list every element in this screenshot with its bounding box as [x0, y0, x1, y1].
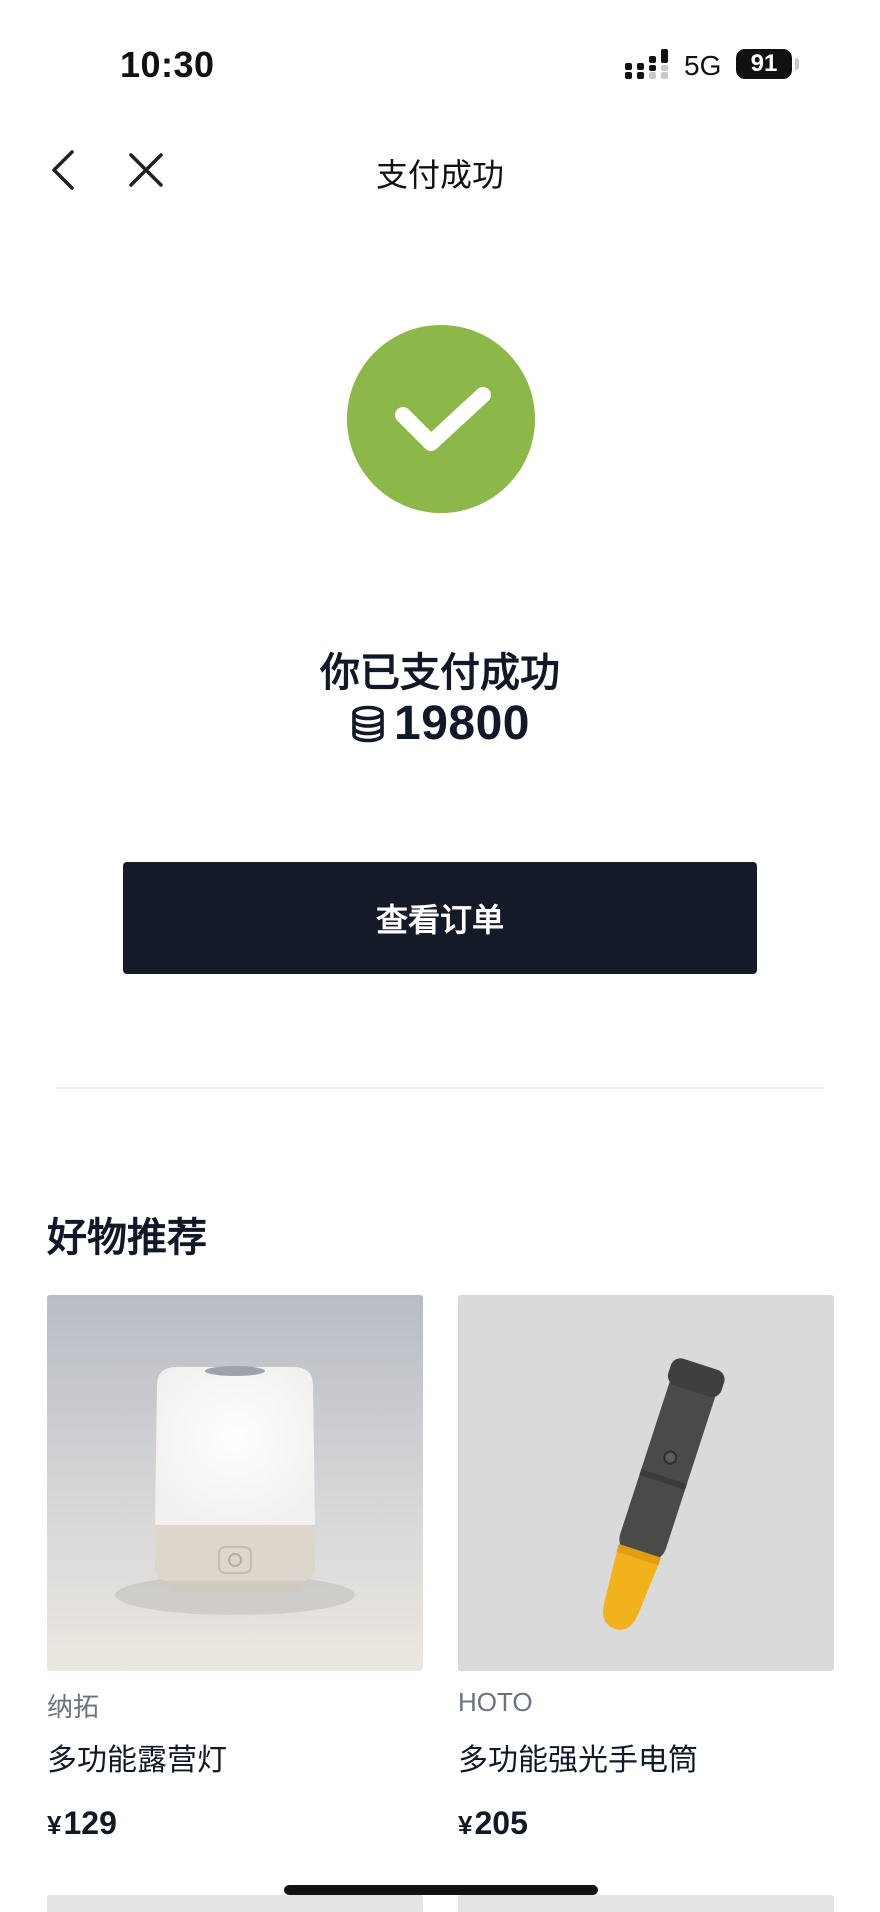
status-time: 10:30	[120, 44, 215, 85]
battery-level: 91	[750, 50, 778, 77]
product-price: ¥205	[458, 1805, 528, 1842]
battery-icon: 91	[736, 49, 792, 79]
price-value: 205	[474, 1805, 528, 1841]
success-check-icon	[347, 325, 535, 513]
product-card[interactable]: HOTO 多功能强光手电筒 ¥205	[458, 1295, 834, 1841]
coin-stack-icon	[352, 705, 384, 742]
divider	[55, 1087, 825, 1089]
product-card[interactable]: 纳拓 多功能露营灯 ¥129	[47, 1295, 423, 1841]
recommendations-title: 好物推荐	[47, 1216, 207, 1260]
product-card-partial[interactable]	[458, 1895, 834, 1912]
battery-cap	[795, 58, 799, 70]
product-card-partial[interactable]	[47, 1895, 423, 1912]
success-message: 你已支付成功	[320, 651, 560, 695]
flashlight-image	[458, 1295, 834, 1671]
product-name: 多功能强光手电筒	[458, 1744, 698, 1777]
currency-symbol: ¥	[47, 1810, 62, 1840]
product-brand: 纳拓	[47, 1692, 100, 1722]
checkmark-icon	[395, 387, 491, 451]
camping-lantern-image	[47, 1295, 423, 1671]
product-name: 多功能露营灯	[47, 1744, 227, 1777]
currency-symbol: ¥	[458, 1810, 473, 1840]
page-title: 支付成功	[375, 157, 504, 193]
home-indicator[interactable]	[284, 1885, 598, 1895]
nav-bar: 支付成功	[0, 130, 880, 210]
view-order-label: 查看订单	[375, 902, 504, 938]
price-value: 129	[63, 1805, 117, 1841]
signal-icon	[625, 49, 668, 79]
status-bar: 10:30 5G 91	[0, 0, 880, 120]
amount-row: 19800	[0, 696, 880, 751]
amount-value: 19800	[394, 697, 530, 750]
view-order-button[interactable]: 查看订单	[123, 862, 757, 974]
network-type: 5G	[684, 50, 722, 81]
product-price: ¥129	[47, 1805, 117, 1842]
product-brand: HOTO	[458, 1687, 533, 1717]
